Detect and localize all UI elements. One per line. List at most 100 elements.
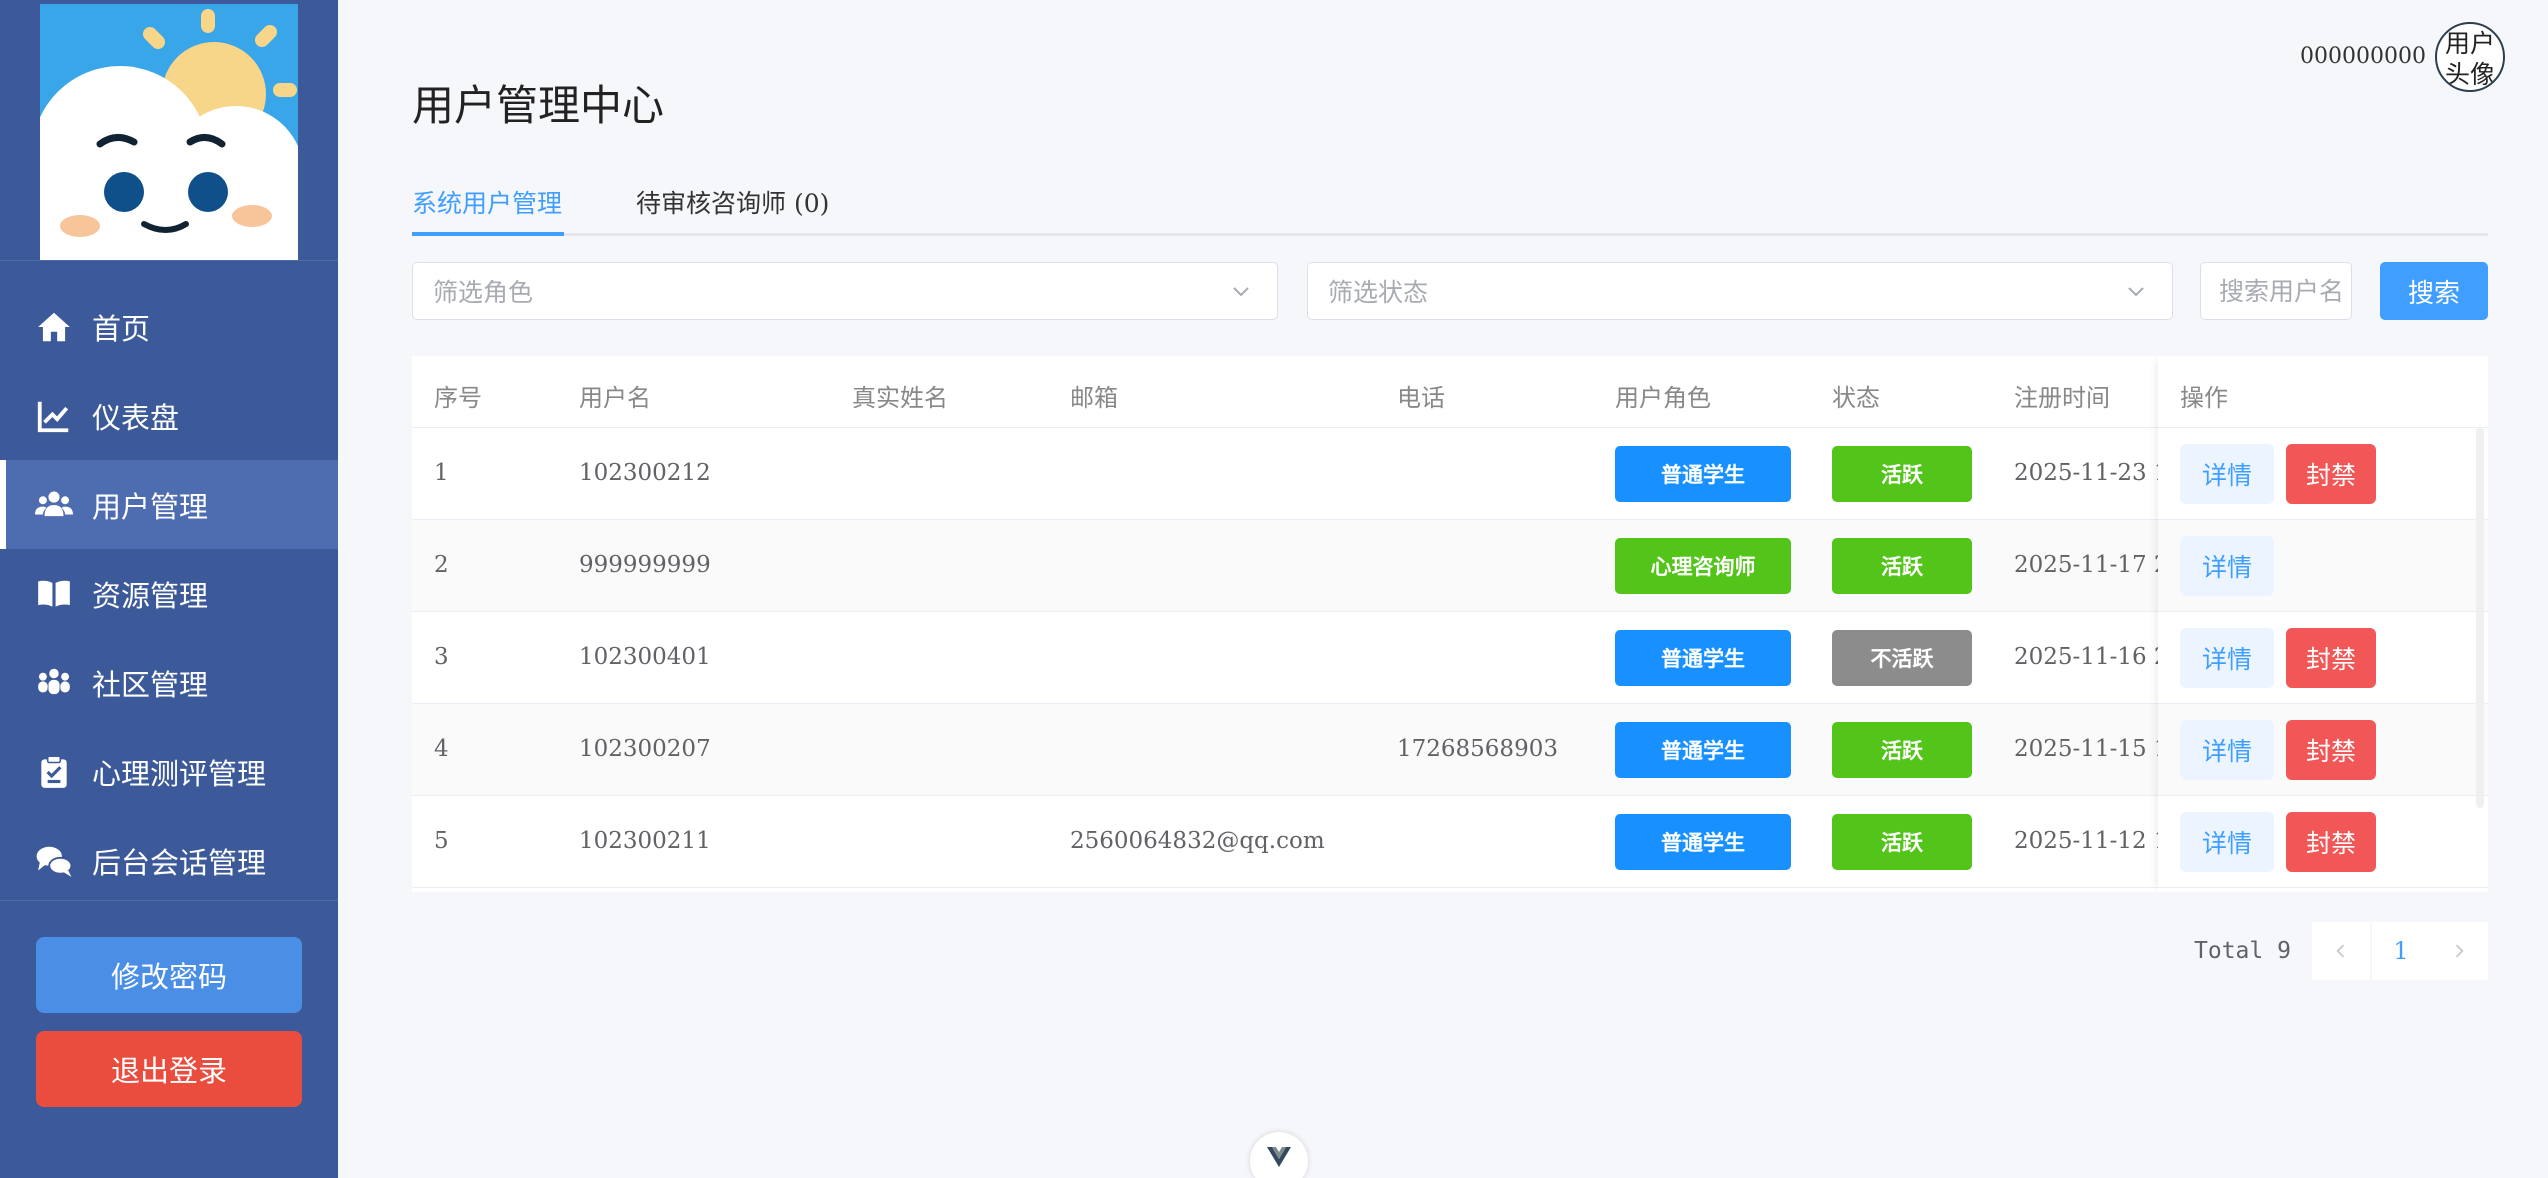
sidebar-item-sessions[interactable]: 后台会话管理 — [0, 816, 338, 905]
column-header: 状态 — [1832, 384, 1880, 412]
column-header: 邮箱 — [1070, 384, 1118, 412]
sidebar-item-label: 用户管理 — [92, 489, 209, 524]
cell-registered: 2025-11-12 1 — [2014, 828, 2169, 854]
cell-index: 5 — [434, 828, 449, 854]
sidebar-item-assessment[interactable]: 心理测评管理 — [0, 727, 338, 816]
search-input[interactable] — [2200, 262, 2352, 320]
sidebar-item-label: 社区管理 — [92, 667, 209, 702]
sidebar-item-label: 首页 — [92, 311, 151, 346]
operations-row: 详情 — [2158, 520, 2488, 612]
user-table: 序号 用户名 真实姓名 邮箱 电话 用户角色 状态 注册时间 1 1023002… — [412, 356, 2488, 892]
role-badge: 普通学生 — [1615, 814, 1791, 870]
page-title: 用户管理中心 — [412, 81, 665, 130]
sidebar: 首页 仪表盘 用户管理 资源管理 社区管理 心理测评管理 后台会话管理 修改密码… — [0, 0, 338, 1178]
chevron-down-icon — [2128, 287, 2144, 297]
ban-button[interactable]: 封禁 — [2286, 628, 2376, 688]
cell-registered: 2025-11-17 2 — [2014, 552, 2169, 578]
sidebar-item-resources[interactable]: 资源管理 — [0, 549, 338, 638]
search-button[interactable]: 搜索 — [2380, 262, 2488, 320]
status-badge: 活跃 — [1832, 722, 1972, 778]
operations-header: 操作 — [2158, 356, 2488, 428]
pagination-next-button[interactable] — [2430, 922, 2488, 980]
users-icon — [34, 485, 74, 525]
column-header: 真实姓名 — [852, 384, 948, 412]
tab-system-users[interactable]: 系统用户管理 — [412, 184, 562, 220]
avatar[interactable]: 用户头像 — [2435, 22, 2505, 92]
status-badge: 活跃 — [1832, 814, 1972, 870]
status-filter-select[interactable]: 筛选状态 — [1307, 262, 2173, 320]
tab-bar: 系统用户管理 待审核咨询师 (0) — [412, 176, 2488, 236]
cell-index: 1 — [434, 460, 449, 486]
role-filter-placeholder: 筛选角色 — [433, 278, 534, 307]
operations-column: 操作 详情 封禁 详情 详情 封禁 详情 封禁 详情 封禁 — [2158, 356, 2488, 892]
column-header: 用户名 — [579, 384, 651, 412]
sidebar-item-label: 仪表盘 — [92, 400, 180, 435]
status-badge: 活跃 — [1832, 538, 1972, 594]
sidebar-divider — [0, 260, 338, 261]
cell-username: 102300207 — [579, 736, 711, 762]
operations-row: 详情 封禁 — [2158, 704, 2488, 796]
operations-row: 详情 封禁 — [2158, 612, 2488, 704]
change-password-button[interactable]: 修改密码 — [36, 937, 302, 1013]
cell-index: 2 — [434, 552, 449, 578]
cell-registered: 2025-11-15 1 — [2014, 736, 2169, 762]
column-header: 用户角色 — [1615, 384, 1711, 412]
sidebar-item-community[interactable]: 社区管理 — [0, 638, 338, 727]
status-badge: 活跃 — [1832, 446, 1972, 502]
chat-icon — [34, 841, 74, 881]
sidebar-divider — [0, 900, 338, 901]
home-icon — [34, 307, 74, 347]
ban-button[interactable]: 封禁 — [2286, 444, 2376, 504]
detail-button[interactable]: 详情 — [2180, 628, 2274, 688]
cell-index: 4 — [434, 736, 449, 762]
ban-button[interactable]: 封禁 — [2286, 720, 2376, 780]
vue-logo-icon — [1267, 1147, 1291, 1167]
detail-button[interactable]: 详情 — [2180, 812, 2274, 872]
book-icon — [34, 574, 74, 614]
cell-username: 102300212 — [579, 460, 711, 486]
role-filter-select[interactable]: 筛选角色 — [412, 262, 1278, 320]
pagination-total: Total 9 — [2194, 938, 2291, 964]
cell-username: 999999999 — [579, 552, 711, 578]
pagination-page-number: 1 — [2393, 937, 2409, 965]
pagination-prev-button[interactable] — [2312, 922, 2370, 980]
chevron-right-icon — [2455, 944, 2464, 958]
vue-devtools-toggle[interactable] — [1250, 1132, 1308, 1178]
logout-button[interactable]: 退出登录 — [36, 1031, 302, 1107]
detail-button[interactable]: 详情 — [2180, 720, 2274, 780]
sidebar-item-label: 心理测评管理 — [92, 756, 267, 791]
tab-pending-counselors[interactable]: 待审核咨询师 (0) — [636, 184, 829, 220]
sidebar-item-home[interactable]: 首页 — [0, 282, 338, 371]
community-icon — [34, 663, 74, 703]
operations-row: 详情 封禁 — [2158, 796, 2488, 888]
sidebar-item-label: 后台会话管理 — [92, 845, 267, 880]
status-badge: 不活跃 — [1832, 630, 1972, 686]
cell-registered: 2025-11-16 2 — [2014, 644, 2169, 670]
pagination-page-button[interactable]: 1 — [2372, 922, 2430, 980]
chevron-down-icon — [1233, 287, 1249, 297]
column-header: 序号 — [434, 384, 482, 412]
role-badge: 普通学生 — [1615, 446, 1791, 502]
cell-email: 2560064832@qq.com — [1070, 828, 1325, 854]
tab-active-indicator — [412, 232, 564, 236]
table-scrollbar[interactable] — [2476, 428, 2484, 808]
user-name: 000000000 — [2300, 44, 2426, 69]
cell-registered: 2025-11-23 1 — [2014, 460, 2169, 486]
sidebar-item-dashboard[interactable]: 仪表盘 — [0, 371, 338, 460]
clipboard-icon — [34, 752, 74, 792]
ban-button[interactable]: 封禁 — [2286, 812, 2376, 872]
chevron-left-icon — [2336, 944, 2345, 958]
column-header: 操作 — [2180, 384, 2228, 412]
cell-index: 3 — [434, 644, 449, 670]
cell-username: 102300401 — [579, 644, 711, 670]
role-badge: 普通学生 — [1615, 722, 1791, 778]
operations-row: 详情 封禁 — [2158, 428, 2488, 520]
cell-username: 102300211 — [579, 828, 711, 854]
detail-button[interactable]: 详情 — [2180, 444, 2274, 504]
cell-phone: 17268568903 — [1397, 736, 1558, 762]
logo-mascot-icon — [40, 4, 298, 260]
column-header: 电话 — [1397, 384, 1445, 412]
sidebar-item-users[interactable]: 用户管理 — [0, 460, 338, 549]
detail-button[interactable]: 详情 — [2180, 536, 2274, 596]
status-filter-placeholder: 筛选状态 — [1328, 278, 1429, 307]
